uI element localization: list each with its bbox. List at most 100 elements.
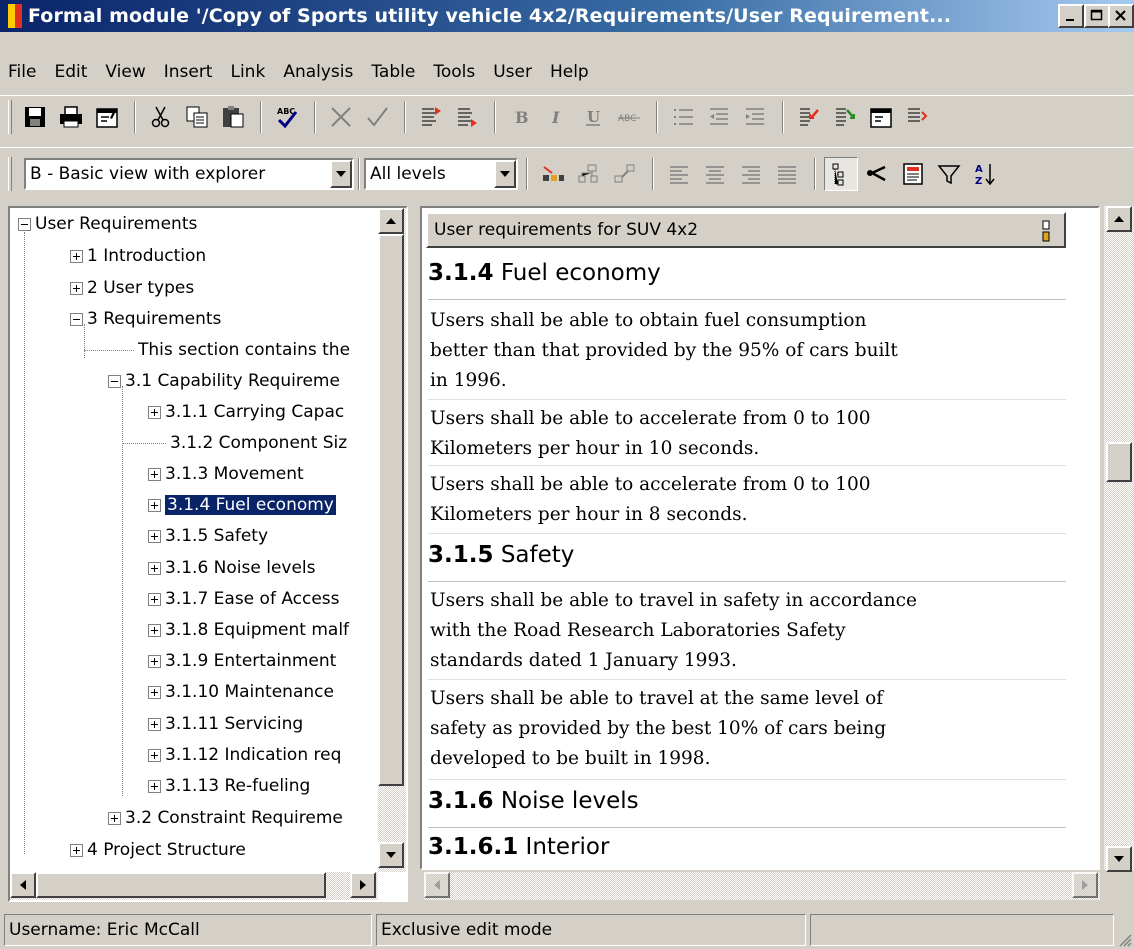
decrease-indent-button[interactable] [702,100,736,134]
menu-link[interactable]: Link [221,62,274,82]
spellcheck-button[interactable]: ABC [270,100,304,134]
expand-icon[interactable] [148,779,161,793]
paste-button[interactable] [216,100,250,134]
column-resize-icon[interactable] [1042,220,1050,242]
strikethrough-button[interactable]: ABC [612,100,646,134]
document-scroll-left-button[interactable] [424,872,450,898]
toolbar-grip[interactable] [8,99,12,134]
filter-by-link-button[interactable] [860,157,894,191]
link-object-button[interactable] [900,100,934,134]
show-links-button[interactable] [608,157,642,191]
collapse-icon[interactable] [70,312,83,326]
insert-heading-button[interactable] [414,100,448,134]
menu-view[interactable]: View [96,62,154,82]
maximize-button[interactable] [1084,4,1110,28]
heading-row[interactable]: 3.1.6.1 Interior [428,830,1066,868]
insert-object-button[interactable] [450,100,484,134]
toggle-explorer-button[interactable] [824,156,858,191]
properties-button[interactable] [90,100,124,134]
expand-icon[interactable] [148,529,161,543]
show-deleted-button[interactable] [536,157,570,191]
tree-item-servicing[interactable]: 3.1.11 Servicing [148,710,303,738]
requirement-row[interactable]: Users shall be able to accelerate from 0… [428,402,1066,466]
bullet-list-button[interactable] [666,100,700,134]
tree-item-requirements[interactable]: 3 Requirements [70,305,221,333]
tree-scroll-right-button[interactable] [350,872,376,898]
tree-horizontal-scrollbar[interactable] [10,872,378,900]
view-selector-dropdown-button[interactable] [330,159,352,188]
tree-item-safety[interactable]: 3.1.5 Safety [148,522,268,550]
requirements-document[interactable]: User requirements for SUV 4x2 3.1.4 Fuel… [420,206,1100,870]
view-selector[interactable]: B - Basic view with explorer [24,157,354,190]
doors-app-icon[interactable] [8,4,22,28]
tree-item-component-size[interactable]: 3.1.2 Component Siz [122,429,347,457]
heading-row[interactable]: 3.1.4 Fuel economy [428,252,1066,300]
filter-button[interactable] [932,157,966,191]
document-scroll-down-button[interactable] [1106,846,1132,872]
expand-icon[interactable] [148,685,161,699]
toolbar-grip[interactable] [8,156,12,191]
menu-analysis[interactable]: Analysis [274,62,362,82]
sort-button[interactable]: AZ [968,157,1002,191]
italic-button[interactable]: I [540,100,574,134]
requirement-row[interactable]: Users shall be able to accelerate from 0… [428,468,1066,534]
expand-icon[interactable] [148,623,161,637]
align-left-button[interactable] [662,157,696,191]
tree-item-equipment-malfunction[interactable]: 3.1.8 Equipment malf [148,616,349,644]
tree-item-constraint-requirements[interactable]: 3.2 Constraint Requireme [108,804,343,832]
document-scroll-up-button[interactable] [1106,206,1132,232]
expand-icon[interactable] [148,498,161,512]
requirement-row[interactable]: Users shall be able to obtain fuel consu… [428,302,1066,400]
tree-item-maintenance[interactable]: 3.1.10 Maintenance [148,678,334,706]
tree-item-movement[interactable]: 3.1.3 Movement [148,460,304,488]
expand-icon[interactable] [70,843,83,857]
copy-button[interactable] [180,100,214,134]
tree-item-fuel-economy[interactable]: 3.1.4 Fuel economy [148,491,337,519]
tree-vertical-scrollbar[interactable] [378,208,406,872]
minimize-button[interactable] [1058,4,1084,28]
expand-icon[interactable] [70,281,83,295]
tree-item-indication-requirements[interactable]: 3.1.12 Indication req [148,741,341,769]
tree-item-user-requirements[interactable]: User Requirements [18,210,197,238]
print-button[interactable] [54,100,88,134]
tree-item-project-structure[interactable]: 4 Project Structure [70,836,246,864]
expand-icon[interactable] [148,467,161,481]
menu-file[interactable]: File [0,62,45,82]
align-center-button[interactable] [698,157,732,191]
menu-insert[interactable]: Insert [155,62,222,82]
justify-button[interactable] [770,157,804,191]
document-scroll-right-button[interactable] [1072,872,1098,898]
tree-item-introduction[interactable]: 1 Introduction [70,242,206,270]
tree-scroll-left-button[interactable] [10,872,36,898]
tree-item-section-text[interactable]: This section contains the [84,336,350,364]
document-button[interactable] [896,157,930,191]
heading-row[interactable]: 3.1.6 Noise levels [428,782,1066,828]
expand-icon[interactable] [148,654,161,668]
column-header[interactable]: User requirements for SUV 4x2 [426,212,1066,248]
expand-icon[interactable] [148,405,161,419]
expand-icon[interactable] [148,748,161,762]
tree-item-entertainment[interactable]: 3.1.9 Entertainment [148,647,336,675]
tree-scroll-thumb[interactable] [378,234,404,786]
expand-icon[interactable] [148,561,161,575]
object-properties-button[interactable] [864,100,898,134]
menu-tools[interactable]: Tools [424,62,484,82]
show-graphics-button[interactable] [572,157,606,191]
menu-help[interactable]: Help [541,62,598,82]
explorer-pane[interactable]: User Requirements 1 Introduction 2 User … [8,206,408,902]
save-button[interactable] [18,100,52,134]
menu-edit[interactable]: Edit [45,62,96,82]
module-explorer-tree[interactable]: User Requirements 1 Introduction 2 User … [10,208,382,872]
link-start-button[interactable] [792,100,826,134]
increase-indent-button[interactable] [738,100,772,134]
tree-item-user-types[interactable]: 2 User types [70,274,194,302]
document-vertical-scrollbar[interactable] [1104,206,1134,872]
close-button[interactable] [1108,4,1134,28]
link-end-button[interactable] [828,100,862,134]
heading-row[interactable]: 3.1.5 Safety [428,536,1066,582]
requirement-row[interactable]: Users shall be able to travel in safety … [428,584,1066,680]
tree-item-carrying-capacity[interactable]: 3.1.1 Carrying Capac [148,398,344,426]
level-selector[interactable]: All levels [364,157,518,190]
underline-button[interactable]: U [576,100,610,134]
menu-table[interactable]: Table [362,62,424,82]
